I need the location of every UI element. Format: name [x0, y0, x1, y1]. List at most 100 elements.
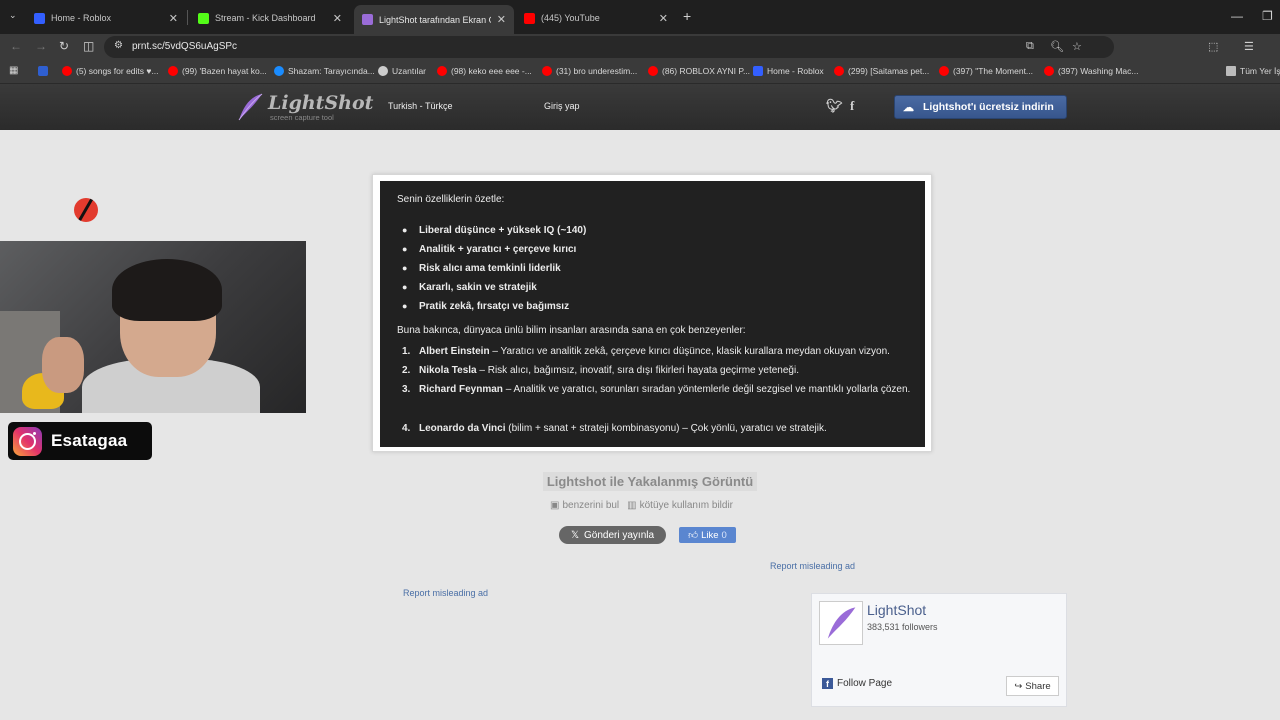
bookmark-item[interactable]: (31) bro underestim... [542, 66, 637, 76]
facebook-like-button[interactable]: 👍︎ Like 0 [679, 527, 736, 543]
trait-item: ● Risk alıcı ama temkinli liderlik [402, 263, 561, 274]
lightshot-logo-sub: screen capture tool [270, 113, 334, 122]
report-ad-link[interactable]: Report misleading ad [770, 561, 855, 571]
tab-lightshot[interactable]: LightShot tarafından Ekran Gör... ✕ [354, 5, 514, 34]
download-button-label: Lightshot'ı ücretsiz indirin [923, 101, 1054, 113]
bookmark-item[interactable]: Home - Roblox [753, 66, 824, 76]
tab-title: Home - Roblox [51, 13, 112, 23]
trait-item: ● Liberal düşünce + yüksek IQ (~140) [402, 225, 587, 236]
close-icon[interactable]: ✕ [497, 13, 506, 26]
bookmark-item[interactable]: (5) songs for edits ♥... [62, 66, 159, 76]
close-icon[interactable]: ✕ [659, 12, 668, 25]
facebook-icon[interactable]: f [850, 98, 854, 114]
trait-item: ● Analitik + yaratıcı + çerçeve kırıcı [402, 244, 577, 255]
lightshot-favicon-icon [362, 14, 373, 25]
download-cloud-icon: ☁ [903, 101, 914, 114]
tab-search-icon[interactable]: ⌄ [9, 10, 17, 21]
instagram-icon [13, 426, 42, 456]
extensions-icon[interactable]: ⬚ [1208, 40, 1218, 53]
youtube-favicon-icon [524, 12, 535, 24]
bookmark-item[interactable]: (397) Washing Mac... [1044, 66, 1138, 76]
tab-title: (445) YouTube [541, 13, 600, 23]
webcam-overlay [0, 241, 306, 413]
screenshot-image[interactable]: Senin özelliklerin özetle: ● Liberal düşü… [380, 181, 925, 447]
bookmark-item[interactable]: (86) ROBLOX AYNI P... [648, 66, 750, 76]
media-icon[interactable]: ☰ [1244, 40, 1254, 53]
trait-item: ● Kararlı, sakin ve stratejik [402, 282, 537, 293]
screenshot-heading: Senin özelliklerin özetle: [397, 194, 505, 205]
close-icon[interactable]: ✕ [169, 12, 178, 25]
page-content: Senin özelliklerin özetle: ● Liberal düşü… [0, 130, 1280, 720]
lightshot-page-avatar[interactable] [819, 601, 863, 645]
bookmarks-bar: ▦ (5) songs for edits ♥... (99) 'Bazen h… [0, 60, 1280, 84]
lightshot-header: LightShot screen capture tool Turkish - … [0, 84, 1280, 130]
trait-item: ● Pratik zekâ, fırsatçı ve bağımsız [402, 301, 570, 312]
screenshot-intro: Buna bakınca, dünyaca ünlü bilim insanla… [397, 325, 746, 336]
trash-icon: ▥ [627, 500, 637, 511]
tab-title: Stream - Kick Dashboard [215, 13, 316, 23]
tab-title: LightShot tarafından Ekran Gör... [379, 14, 491, 25]
bookmark-item[interactable]: Uzantılar [378, 66, 426, 76]
download-button[interactable]: ☁ Lightshot'ı ücretsiz indirin [894, 95, 1067, 119]
zoom-icon[interactable]: 🔍︎ [1050, 40, 1064, 53]
login-link[interactable]: Giriş yap [544, 101, 580, 111]
maximize-icon[interactable]: ❐ [1262, 9, 1273, 23]
person-item: 3. Richard Feynman – Analitik ve yaratıcı… [402, 384, 911, 395]
tab-strip: ⌄ Home - Roblox ✕ Stream - Kick Dashboar… [0, 0, 1280, 34]
person-item: 4. Leonardo da Vinci (bilim + sanat + str… [402, 423, 827, 434]
bookmark-a-icon[interactable] [38, 66, 52, 76]
twitter-icon[interactable]: 🐦︎ [826, 98, 843, 114]
thumbs-up-icon: 👍︎ [688, 530, 699, 541]
tab-roblox[interactable]: Home - Roblox ✕ [26, 6, 186, 30]
follow-page-button[interactable]: f Follow Page [822, 678, 892, 689]
tweet-button[interactable]: 𝕏 Gönderi yayınla [559, 526, 666, 544]
bookmark-item[interactable]: (397) "The Moment... [939, 66, 1033, 76]
fb-followers: 383,531 followers [867, 622, 938, 632]
stream-logo-icon [74, 198, 98, 222]
bookmark-star-icon[interactable]: ☆ [1072, 40, 1082, 53]
person-item: 2. Nikola Tesla – Risk alıcı, bağımsız, i… [402, 365, 799, 376]
forward-icon[interactable]: → [35, 39, 47, 53]
install-icon[interactable]: ⧉ [1026, 40, 1034, 53]
new-tab-button[interactable]: + [683, 8, 691, 24]
fb-page-name[interactable]: LightShot [867, 602, 926, 618]
apps-icon[interactable]: ▦ [9, 65, 18, 76]
person-item: 1. Albert Einstein – Yaratıcı ve analitik… [402, 346, 890, 357]
all-bookmarks-folder[interactable]: Tüm Yer İş [1226, 66, 1280, 76]
screenshot-frame: Senin özelliklerin özetle: ● Liberal düşü… [372, 174, 932, 452]
reload-icon[interactable]: ↻ [59, 39, 69, 53]
site-info-icon[interactable]: ⚙ [114, 40, 123, 51]
language-select[interactable]: Turkish - Türkçe [388, 101, 453, 111]
minimize-icon[interactable]: — [1231, 9, 1243, 23]
find-similar-link[interactable]: ▣ benzerini bul [550, 500, 619, 511]
roblox-favicon-icon [34, 12, 45, 24]
report-abuse-link[interactable]: ▥ kötüye kullanım bildir [627, 500, 733, 511]
url-bar[interactable]: ⚙ prnt.sc/5vdQS6uAgSPc ⧉ 🔍︎ ☆ [104, 36, 1114, 58]
x-logo-icon: 𝕏 [570, 529, 579, 541]
instagram-badge: Esatagaa [8, 422, 152, 460]
instagram-handle: Esatagaa [51, 431, 128, 450]
kick-favicon-icon [198, 12, 209, 24]
facebook-icon: f [822, 678, 833, 689]
camera-icon: ▣ [550, 500, 560, 511]
split-view-icon[interactable]: ◫ [83, 39, 94, 53]
screenshot-caption: Lightshot ile Yakalanmış Görüntü [0, 472, 1280, 491]
share-icon: ↪ [1014, 680, 1023, 692]
bookmark-item[interactable]: (99) 'Bazen hayat ko... [168, 66, 267, 76]
address-toolbar: ← → ↻ ◫ ⚙ prnt.sc/5vdQS6uAgSPc ⧉ 🔍︎ ☆ ⬚ … [0, 34, 1280, 60]
url-text[interactable]: prnt.sc/5vdQS6uAgSPc [132, 41, 237, 52]
report-ad-link[interactable]: Report misleading ad [403, 588, 488, 598]
facebook-page-widget: LightShot 383,531 followers f Follow Page… [811, 593, 1067, 707]
screenshot-actions: ▣ benzerini bul ▥ kötüye kullanım bildir [550, 500, 733, 511]
close-icon[interactable]: ✕ [333, 12, 342, 25]
back-icon[interactable]: ← [10, 39, 22, 53]
tab-youtube[interactable]: (445) YouTube ✕ [516, 6, 676, 30]
bookmark-item[interactable]: (299) [Saitamas pet... [834, 66, 929, 76]
share-button[interactable]: ↪ Share [1006, 676, 1059, 696]
tab-kick[interactable]: Stream - Kick Dashboard ✕ [190, 6, 350, 30]
lightshot-feather-icon [827, 607, 856, 639]
lightshot-feather-icon [238, 93, 263, 121]
lightshot-logo[interactable]: LightShot [268, 92, 373, 114]
bookmark-item[interactable]: Shazam: Tarayıcında... [274, 66, 375, 76]
bookmark-item[interactable]: (98) keko eee eee -... [437, 66, 532, 76]
